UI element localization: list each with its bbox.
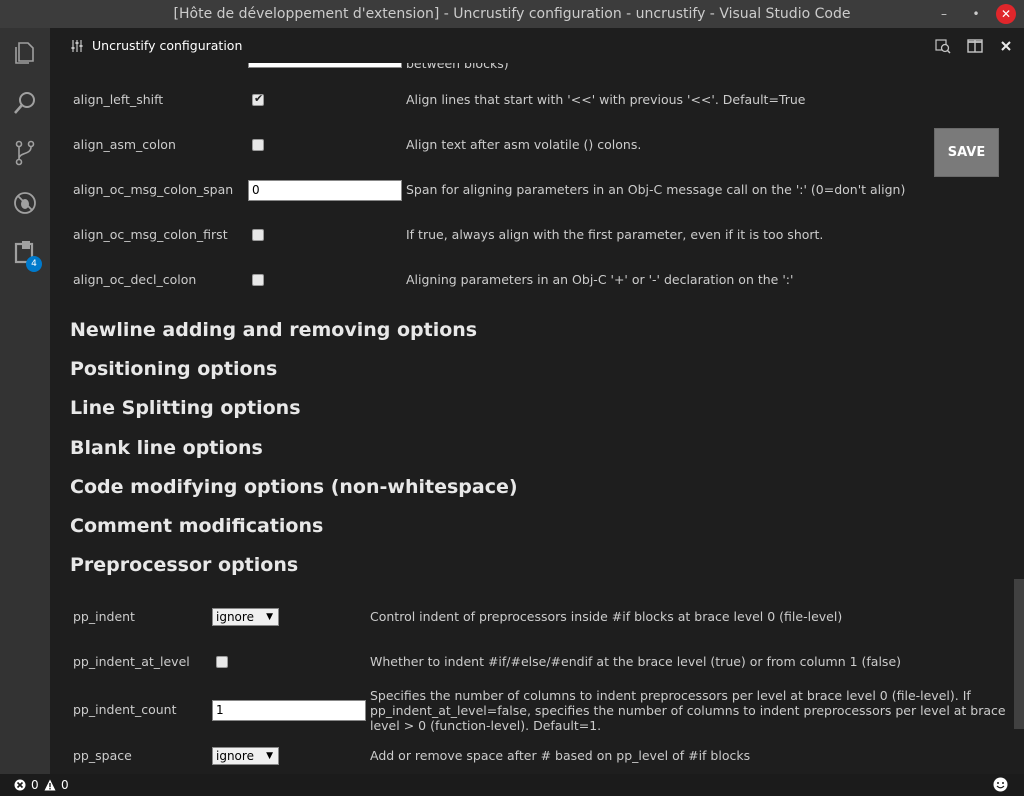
maximize-button[interactable]: • — [966, 4, 986, 24]
option-description: Add or remove space after # based on pp_… — [370, 748, 751, 763]
search-icon — [14, 92, 35, 114]
option-description: Control indent of preprocessors inside #… — [370, 609, 843, 624]
partial-description: between blocks) — [406, 63, 509, 71]
option-description: Align text after asm volatile () colons. — [406, 137, 642, 152]
warnings-count: 0 — [61, 778, 69, 792]
pp-indent-at-level-checkbox[interactable] — [216, 656, 228, 668]
chevron-down-icon: ▼ — [266, 751, 273, 761]
option-name: pp_indent_count — [73, 702, 177, 717]
section-comment-modifications[interactable]: Comment modifications — [70, 515, 323, 537]
tab-bar: Uncrustify configuration — [50, 28, 1024, 63]
section-line-splitting[interactable]: Line Splitting options — [70, 397, 301, 419]
align-oc-msg-colon-first-checkbox[interactable] — [252, 229, 264, 241]
select-value: ignore — [216, 749, 254, 763]
option-row: pp_indent ignore ▼ Control indent of prep… — [50, 600, 1010, 645]
option-description: Span for aligning parameters in an Obj-C… — [406, 182, 906, 197]
feedback-smiley-icon[interactable] — [993, 777, 1008, 792]
save-button[interactable]: SAVE — [934, 128, 999, 177]
debug-icon — [14, 192, 36, 214]
option-description: Whether to indent #if/#else/#endif at th… — [370, 654, 902, 669]
option-description: Align lines that start with '<<' with pr… — [406, 92, 806, 107]
align-oc-msg-colon-span-input[interactable]: 0 — [248, 180, 402, 201]
error-icon — [14, 779, 26, 791]
errors-indicator[interactable]: 0 — [14, 774, 39, 796]
option-row: align_asm_colon Align text after asm vol… — [50, 128, 1010, 173]
option-name: pp_indent_at_level — [73, 654, 190, 669]
tab-label: Uncrustify configuration — [92, 38, 243, 53]
status-bar: 0 0 — [0, 774, 1024, 796]
open-preview-button[interactable] — [933, 36, 953, 56]
option-row: align_oc_msg_colon_span 0 Span for align… — [50, 173, 1010, 218]
activity-extensions[interactable]: 4 — [0, 228, 50, 278]
align-oc-decl-colon-checkbox[interactable] — [252, 274, 264, 286]
close-window-button[interactable]: ✕ — [996, 4, 1016, 24]
activity-explorer[interactable] — [0, 28, 50, 78]
activity-search[interactable] — [0, 78, 50, 128]
option-row: align_oc_decl_colon Aligning parameters … — [50, 263, 1010, 308]
option-row: align_oc_msg_colon_first If true, always… — [50, 218, 1010, 263]
activity-debug[interactable] — [0, 178, 50, 228]
window-title: [Hôte de développement d'extension] - Un… — [173, 6, 851, 22]
files-icon — [15, 42, 34, 64]
source-control-icon — [15, 140, 35, 166]
chevron-down-icon: ▼ — [266, 612, 273, 622]
extensions-badge: 4 — [26, 256, 42, 272]
preview-search-icon — [935, 39, 951, 54]
errors-count: 0 — [31, 778, 39, 792]
activity-bar: 4 — [0, 28, 50, 774]
align-left-shift-checkbox[interactable] — [252, 92, 264, 106]
partial-input-field[interactable] — [248, 63, 402, 68]
select-value: ignore — [216, 610, 254, 624]
settings-sliders-icon — [71, 39, 83, 52]
pp-indent-count-input[interactable]: 1 — [212, 700, 366, 721]
option-name: align_left_shift — [73, 92, 164, 107]
editor-area: Uncrustify configuration between blocks)… — [50, 28, 1024, 774]
option-description: Specifies the number of columns to inden… — [370, 688, 1006, 733]
close-editor-button[interactable] — [996, 36, 1016, 56]
align-asm-colon-checkbox[interactable] — [252, 139, 264, 151]
warnings-indicator[interactable]: 0 — [44, 774, 69, 796]
option-description: If true, always align with the first par… — [406, 227, 824, 242]
option-name: align_asm_colon — [73, 137, 176, 152]
section-newline[interactable]: Newline adding and removing options — [70, 319, 477, 341]
option-row: pp_indent_count 1 Specifies the number o… — [50, 688, 1010, 738]
activity-source-control[interactable] — [0, 128, 50, 178]
section-code-modifying[interactable]: Code modifying options (non-whitespace) — [70, 476, 518, 498]
minimize-button[interactable]: – — [934, 4, 954, 24]
configuration-panel[interactable]: between blocks) align_left_shift Align l… — [50, 63, 1024, 774]
section-blank-line[interactable]: Blank line options — [70, 437, 263, 459]
section-positioning[interactable]: Positioning options — [70, 358, 277, 380]
pp-indent-select[interactable]: ignore ▼ — [212, 608, 279, 626]
option-description: Aligning parameters in an Obj-C '+' or '… — [406, 272, 794, 287]
warning-icon — [44, 779, 56, 791]
option-row: pp_indent_at_level Whether to indent #if… — [50, 645, 1010, 690]
option-name: align_oc_decl_colon — [73, 272, 197, 287]
pp-space-select[interactable]: ignore ▼ — [212, 747, 279, 765]
option-name: align_oc_msg_colon_first — [73, 227, 228, 242]
close-icon — [1001, 41, 1011, 51]
option-row: pp_space ignore ▼ Add or remove space aft… — [50, 739, 1010, 774]
title-bar: [Hôte de développement d'extension] - Un… — [0, 0, 1024, 28]
split-editor-button[interactable] — [965, 36, 985, 56]
option-name: pp_space — [73, 748, 132, 763]
tab-uncrustify-configuration[interactable]: Uncrustify configuration — [50, 28, 243, 63]
option-name: pp_indent — [73, 609, 135, 624]
option-row: align_left_shift Align lines that start … — [50, 83, 1010, 128]
option-name: align_oc_msg_colon_span — [73, 182, 234, 197]
vertical-scrollbar[interactable] — [1014, 579, 1024, 729]
section-preprocessor[interactable]: Preprocessor options — [70, 554, 298, 576]
split-editor-icon — [967, 39, 983, 53]
